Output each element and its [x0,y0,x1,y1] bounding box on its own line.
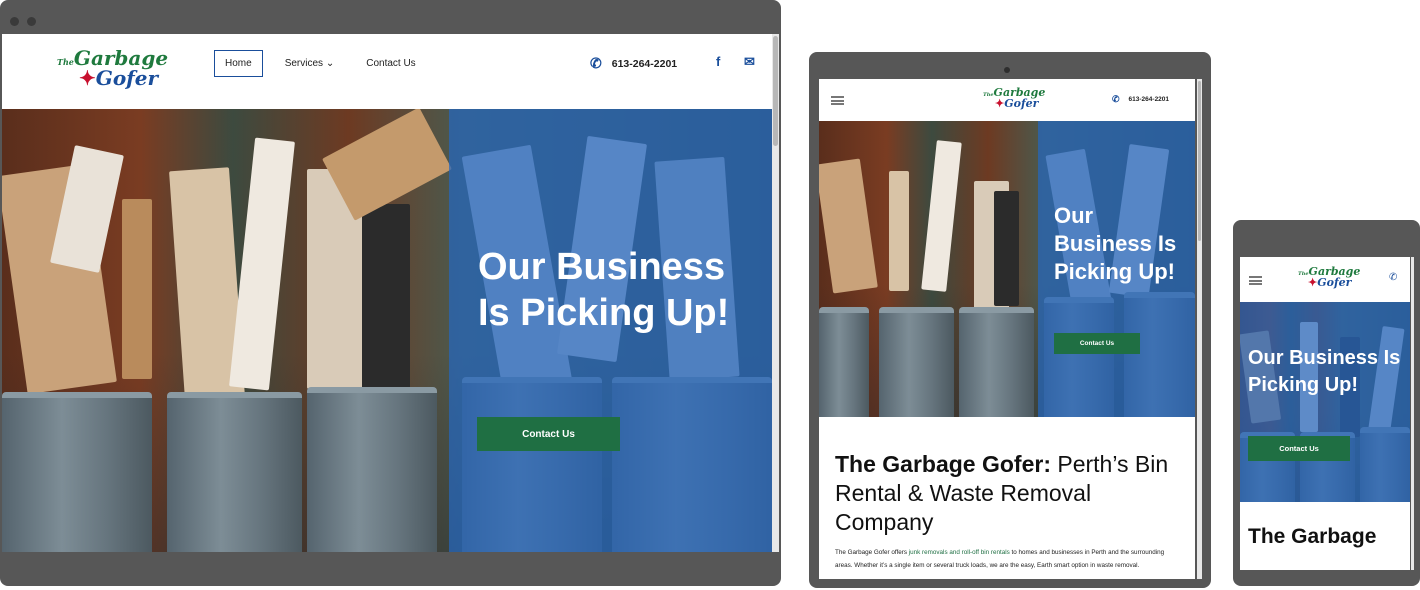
scrollbar-thumb[interactable] [773,36,778,146]
scrollbar[interactable] [1411,257,1414,570]
maple-leaf-icon: ✦ [995,97,1005,110]
nav-home[interactable]: Home [214,50,263,77]
nav-contact[interactable]: Contact Us [356,51,425,76]
phone-icon[interactable]: ✆ [1389,272,1397,283]
tablet-screen: TheGarbage ✦Gofer ✆ 613-264-2201 Our Bus… [819,79,1195,579]
debris-board [994,191,1019,306]
phone-icon: ✆ [1112,94,1120,104]
logo-line2: Gofer [1317,276,1352,289]
maple-leaf-icon: ✦ [79,66,96,90]
site-logo[interactable]: TheGarbage ✦Gofer [1298,266,1360,288]
services-link[interactable]: junk removals and roll-off bin rentals [909,549,1010,556]
hero-contact-button[interactable]: Contact Us [1054,333,1140,354]
window-dot [10,17,19,26]
email-icon[interactable]: ✉ [744,54,755,70]
intro-heading-bold: The Garbage Gofer: [835,451,1051,477]
window-dot [27,17,36,26]
nav-services-label: Services [284,58,324,69]
facebook-icon[interactable]: f [716,54,720,69]
hero-contact-button[interactable]: Contact Us [1248,436,1350,461]
intro-heading: The Garbage Gofer: Perth’s Bin Rental & … [835,450,1180,537]
tablet-camera [1004,67,1010,73]
hamburger-menu-icon[interactable] [1249,276,1262,285]
trash-bin [959,307,1034,417]
debris-board [889,171,909,291]
hero-blue-overlay [1240,302,1410,502]
mobile-screen: TheGarbage ✦Gofer ✆ Our Business Is Pick… [1240,257,1410,570]
phone-number: 613-264-2201 [1128,96,1170,103]
hero-title: Our Business Is Picking Up! [1054,203,1177,284]
scrollbar[interactable] [772,34,779,552]
debris-board [122,199,152,379]
maple-leaf-icon: ✦ [1308,276,1318,289]
site-header: TheGarbage ✦Gofer Home Services ⌄ Contac… [2,34,772,109]
hero-contact-button[interactable]: Contact Us [477,417,620,451]
main-nav: Home Services ⌄ Contact Us [214,50,438,77]
mobile-device-frame: TheGarbage ✦Gofer ✆ Our Business Is Pick… [1233,220,1420,586]
nav-services[interactable]: Services ⌄ [275,51,345,76]
desktop-device-frame: TheGarbage ✦Gofer Home Services ⌄ Contac… [0,0,781,586]
logo-line2: Gofer [95,66,159,90]
logo-prefix: The [1298,271,1309,277]
logo-prefix: The [57,57,74,67]
hero-title: Our Business Is Picking Up! [478,246,730,334]
debris-board [921,140,962,292]
logo-prefix: The [983,92,994,98]
intro-paragraph: The Garbage Gofer offers junk removals a… [835,546,1165,572]
trash-bin [879,307,954,417]
debris-board [229,137,295,391]
trash-bin [819,307,869,417]
desktop-screen: TheGarbage ✦Gofer Home Services ⌄ Contac… [2,34,772,552]
debris-board [362,204,410,399]
phone-number: 613-264-2201 [611,57,678,70]
hero-title: Our Business Is Picking Up! [1248,347,1401,396]
logo-line2: Gofer [1004,97,1039,110]
header-phone[interactable]: ✆ 613-264-2201 [590,55,677,72]
debris-board [819,158,878,294]
intro-body-start: The Garbage Gofer offers [835,549,909,556]
debris-board [50,145,124,273]
window-controls [10,13,44,31]
intro-heading: The Garbage [1248,525,1377,548]
scrollbar-thumb[interactable] [1198,81,1201,241]
header-phone[interactable]: ✆ 613-264-2201 [1112,94,1169,105]
chevron-down-icon: ⌄ [325,58,335,69]
hero-image [1240,302,1410,502]
site-logo[interactable]: TheGarbage ✦Gofer [983,87,1045,109]
trash-bin [2,392,152,552]
hamburger-menu-icon[interactable] [831,96,844,105]
scrollbar[interactable] [1197,79,1202,579]
site-logo[interactable]: TheGarbage ✦Gofer [57,48,168,88]
trash-bin [167,392,302,552]
tablet-device-frame: TheGarbage ✦Gofer ✆ 613-264-2201 Our Bus… [809,52,1211,588]
phone-icon: ✆ [590,55,602,71]
trash-bin [307,387,437,552]
